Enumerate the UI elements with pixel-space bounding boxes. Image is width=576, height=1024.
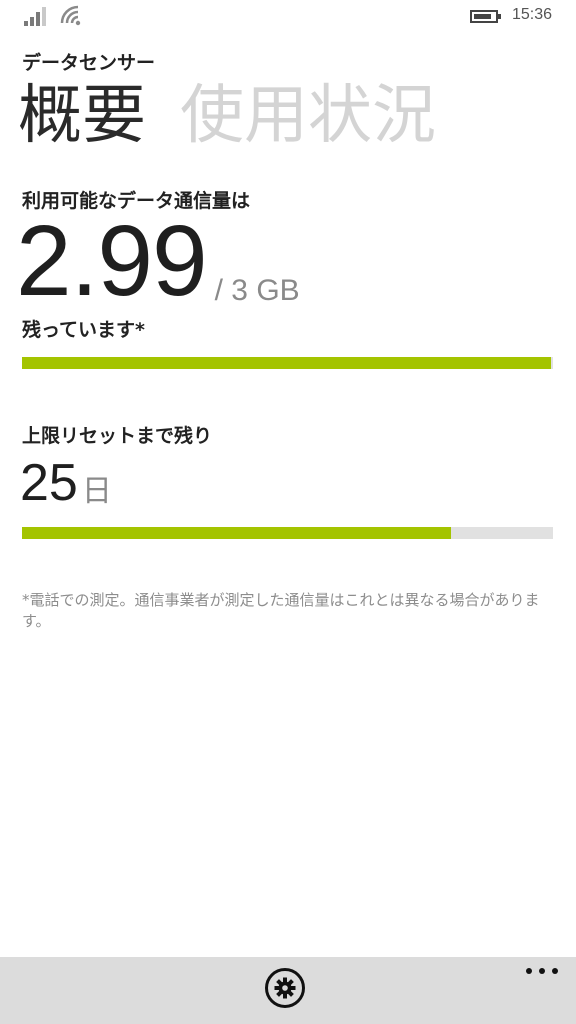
battery-icon — [470, 10, 501, 23]
reset-days-row: 25 日 — [20, 452, 112, 514]
data-remaining-value: 2.99 — [16, 205, 208, 317]
reset-days-unit: 日 — [81, 474, 112, 509]
settings-button[interactable] — [265, 968, 305, 1008]
signal-icon — [24, 6, 50, 26]
status-bar: 15:36 — [0, 0, 576, 34]
data-remaining-progress-fill — [22, 357, 552, 369]
reset-progress-fill — [22, 527, 451, 539]
data-remaining-row: 2.99/ 3 GB — [16, 206, 300, 316]
battery-level-fill — [474, 14, 491, 19]
reset-label: 上限リセットまで残り — [22, 425, 213, 447]
more-icon — [526, 968, 532, 974]
app-title: データセンサー — [22, 52, 156, 74]
status-time: 15:36 — [512, 6, 553, 23]
app-bar — [0, 957, 576, 1024]
data-remaining-progress — [22, 357, 553, 369]
wifi-icon — [60, 5, 81, 26]
tab-overview[interactable]: 概要 — [18, 72, 146, 160]
data-limit-text: / 3 GB — [214, 274, 300, 307]
footnote: *電話での測定。通信事業者が測定した通信量はこれとは異なる場合があります。 — [22, 591, 540, 630]
more-button[interactable] — [526, 961, 558, 981]
reset-progress — [22, 527, 553, 539]
data-remaining-suffix: 残っています* — [22, 319, 145, 341]
tab-usage[interactable]: 使用状況 — [180, 72, 436, 160]
reset-days-value: 25 — [20, 454, 78, 512]
pivot-header: 概要 使用状況 — [18, 72, 576, 162]
gear-icon — [274, 977, 296, 999]
